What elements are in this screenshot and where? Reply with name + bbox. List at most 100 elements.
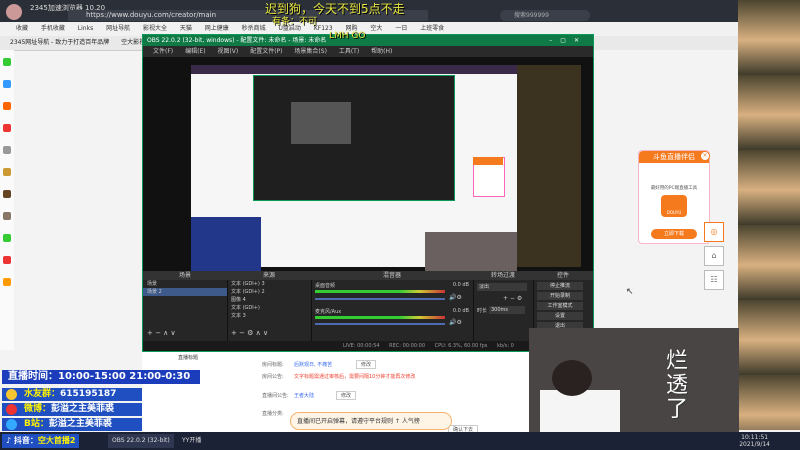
clock-date: 2021/9/14 <box>739 441 770 448</box>
source-item[interactable]: 文本 (GDI+) <box>227 304 311 312</box>
bookmark-item[interactable]: Links <box>78 25 93 32</box>
source-item[interactable]: 文本 (GDI+) 2 <box>227 288 311 296</box>
menu-view[interactable]: 视图(V) <box>217 48 238 55</box>
scenes-header: 场景 <box>143 271 227 280</box>
scene-toolbar[interactable]: + − ∧ ∨ <box>147 329 176 337</box>
schedule-key: 微博： <box>24 404 52 414</box>
tab-navigation[interactable]: 2345网址导航 - 致力于打造百年品牌 <box>10 39 109 46</box>
schedule-key: B站： <box>24 419 49 429</box>
app-icon[interactable] <box>3 212 11 220</box>
start-recording-button[interactable]: 开始录制 <box>537 292 583 300</box>
obs-window: OBS 22.0.2 (32-bit, windows) - 配置文件: 未命名… <box>142 31 594 352</box>
bookmark-item[interactable]: 手机收藏 <box>41 25 65 32</box>
source-item[interactable]: 文本 (GDI+) 3 <box>227 280 311 288</box>
volume-slider[interactable] <box>315 323 445 325</box>
menu-profile[interactable]: 配置文件(P) <box>250 48 282 55</box>
source-item[interactable]: 文本 3 <box>227 312 311 320</box>
duration-input[interactable]: 300ms <box>489 306 525 314</box>
stream-side-strip <box>738 0 800 430</box>
preview-schedule-banner <box>191 217 261 272</box>
taskbar-item-yy[interactable]: YY开播 <box>178 434 205 448</box>
menu-scene-collection[interactable]: 场景集合(S) <box>294 48 327 55</box>
taskbar: ♪ 抖音：空大首播2 OBS 22.0.2 (32-bit) YY开播 <box>0 432 800 450</box>
audio-meter <box>315 290 445 293</box>
target-icon[interactable]: ◎ <box>704 222 724 242</box>
close-icon[interactable]: × <box>700 151 710 161</box>
rec-time: REC: 00:00:00 <box>389 343 426 349</box>
app-icon[interactable] <box>3 190 11 198</box>
app-icon[interactable] <box>3 80 11 88</box>
download-button[interactable]: 立即下载 <box>651 229 697 239</box>
wechat-icon[interactable] <box>3 58 11 66</box>
clock-time: 10:11:51 <box>741 434 769 441</box>
obs-statusbar: LIVE: 00:00:54 REC: 00:00:00 CPU: 6.3%, … <box>143 341 593 351</box>
schedule-key: 抖音： <box>13 436 38 445</box>
studio-mode-button[interactable]: 工作室模式 <box>537 302 583 310</box>
menu-file[interactable]: 文件(F) <box>153 48 173 55</box>
scene-item[interactable]: 场景 <box>143 280 227 288</box>
douyu-logo-icon: DOUYU <box>661 195 687 217</box>
bookmark-item[interactable]: 上班零食 <box>420 25 444 32</box>
scenes-panel: 场景 场景 场景 2 + − ∧ ∨ <box>143 271 228 351</box>
sources-panel: 来源 文本 (GDI+) 3 文本 (GDI+) 2 图像 4 文本 (GDI+… <box>227 271 312 351</box>
schedule-key: 水友群： <box>24 389 61 399</box>
app-icon[interactable] <box>3 146 11 154</box>
settings-button[interactable]: 设置 <box>537 312 583 320</box>
app-icon[interactable] <box>3 124 11 132</box>
transitions-panel: 转场过渡 淡出 + − ⚙ 时长 300ms <box>473 271 534 351</box>
ad-card-subtitle: 最好用的PC端直播工具 <box>650 186 698 191</box>
bookmark-item[interactable]: 天猫 <box>180 25 192 32</box>
room-title-value[interactable]: 后默观日, 不痛苦 <box>294 361 332 368</box>
menu-tools[interactable]: 工具(T) <box>339 48 359 55</box>
schedule-time-value: 10:00-15:00 21:00-0:30 <box>58 371 191 382</box>
app-icon[interactable] <box>3 168 11 176</box>
mixer-db: 0.0 dB <box>452 282 469 288</box>
obs-preview[interactable] <box>143 57 593 293</box>
edit-announcement-button[interactable]: 修改 <box>336 391 357 400</box>
edit-title-button[interactable]: 修改 <box>356 360 377 369</box>
system-clock[interactable]: 10:11:51 2021/9/14 <box>739 434 770 448</box>
app-icon[interactable] <box>3 256 11 264</box>
feedback-icon[interactable]: ☷ <box>704 270 724 290</box>
source-item[interactable]: 图像 4 <box>227 296 311 304</box>
schedule-row-qq: 水友群：615195187 <box>2 388 142 401</box>
left-sidebar <box>0 50 14 350</box>
app-icon[interactable] <box>3 278 11 286</box>
row-label: 房间公告: <box>262 374 284 380</box>
bookmark-item[interactable]: 影视大全 <box>143 25 167 32</box>
menu-help[interactable]: 帮助(H) <box>371 48 392 55</box>
notice-text: 文字标题需通过审核后，需要间隔10分钟才能再次修改 <box>294 374 416 380</box>
schedule-time-banner: 直播时间：10:00-15:00 21:00-0:30 <box>2 370 200 384</box>
volume-slider[interactable] <box>315 298 445 300</box>
scene-item[interactable]: 场景 2 <box>143 288 227 296</box>
bookmark-item[interactable]: 收藏 <box>16 25 28 32</box>
bookmark-item[interactable]: 空大 <box>370 25 382 32</box>
speaker-icon[interactable]: 🔊⚙ <box>449 294 462 301</box>
row-label: 直播间公告: <box>262 393 289 399</box>
stop-streaming-button[interactable]: 停止推流 <box>537 282 583 290</box>
app-icon[interactable] <box>3 102 11 110</box>
qq-icon <box>6 389 17 400</box>
source-toolbar[interactable]: + − ⚙ ∧ ∨ <box>231 329 268 337</box>
taskbar-item-obs[interactable]: OBS 22.0.2 (32-bit) <box>108 434 174 448</box>
transition-select[interactable]: 淡出 <box>477 283 527 291</box>
bookmark-item[interactable]: 网上健康 <box>205 25 229 32</box>
obs-window-controls[interactable]: –▢✕ <box>549 35 587 46</box>
tiktok-icon: ♪ <box>6 436 14 445</box>
bookmark-item[interactable]: 一日 <box>395 25 407 32</box>
weibo-icon <box>6 404 17 415</box>
avatar[interactable] <box>6 4 22 20</box>
search-input[interactable]: 搜索999999 <box>500 10 590 21</box>
home-icon[interactable]: ⌂ <box>704 246 724 266</box>
bookmark-item[interactable]: 网址导航 <box>106 25 130 32</box>
announcement-value[interactable]: 王者大陆 <box>294 392 314 399</box>
bookmark-item[interactable]: 秒杀商城 <box>242 25 266 32</box>
menu-edit[interactable]: 编辑(E) <box>185 48 205 55</box>
speaker-icon[interactable]: 🔊⚙ <box>449 319 462 326</box>
webcam-caption: 烂 透 了 <box>666 349 689 422</box>
transition-toolbar[interactable]: + − ⚙ <box>503 295 522 302</box>
download-ad-card[interactable]: 斗鱼直播伴侣 最好用的PC端直播工具 DOUYU 立即下载 <box>638 150 710 244</box>
transitions-header: 转场过渡 <box>473 271 533 280</box>
app-icon[interactable] <box>3 234 11 242</box>
mixer-header: 混音器 <box>311 271 473 280</box>
